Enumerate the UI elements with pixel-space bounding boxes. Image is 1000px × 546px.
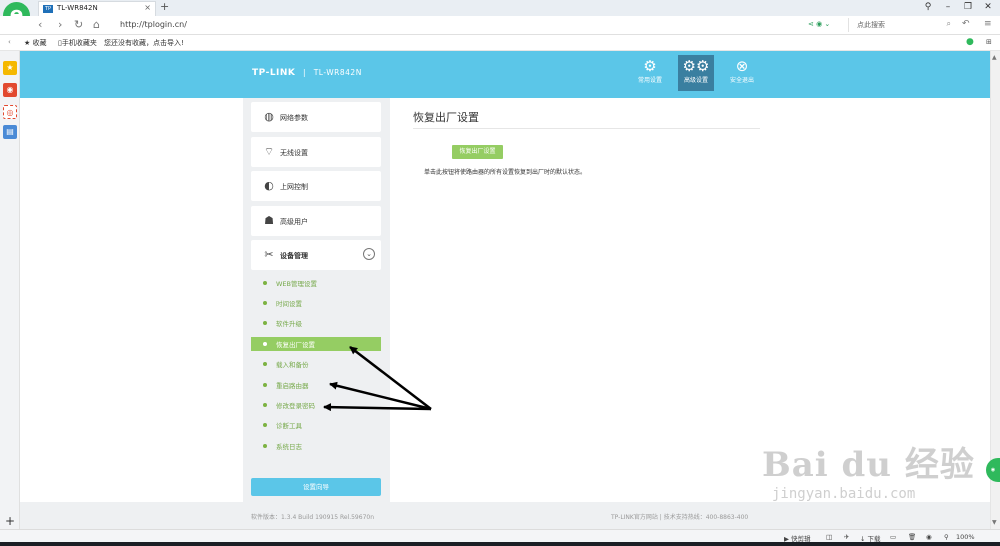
router-sidebar: ◍ 网络参数 ⌔ 无线设置 ◐ 上网控制 ☗ 高级用户 ✂ 设备管理 ⌄ WEB… (243, 98, 390, 502)
submenu-reboot[interactable]: 重启路由器 (251, 378, 381, 392)
brand-name: TP-LINK (252, 68, 296, 78)
delete-icon[interactable]: 🗑 (908, 533, 916, 541)
baidu-watermark: Bai du 经验 jingyan.baidu.com (762, 437, 975, 502)
weibo-icon[interactable]: ◉ (3, 83, 17, 97)
watermark-logo-text: Bai du 经验 (762, 445, 975, 485)
submenu-firmware-upgrade[interactable]: 软件升级 (251, 316, 381, 330)
wechat-icon[interactable]: ● (966, 37, 974, 47)
reset-description: 单击此按钮将使路由器的所有设置恢复到出厂时的默认状态。 (424, 169, 587, 176)
submenu-backup-restore[interactable]: 载入和备份 (251, 357, 381, 371)
router-header: TP-LINK | TL-WR842N ⚙ 常用设置 ⚙⚙ 高级设置 ⊗ 安全退… (20, 51, 990, 98)
submenu-diagnostics[interactable]: 诊断工具 (251, 418, 381, 432)
forward-icon[interactable]: › (58, 18, 62, 31)
router-footer: 软件版本：1.3.4 Build 190915 Rel.59670n TP-LI… (20, 502, 990, 529)
gears-icon: ⚙⚙ (682, 57, 710, 75)
browser-tab-bar: e TP TL-WR842N × + ⚲ – ❐ ✕ (0, 0, 1000, 29)
bookmarks-bar: ‹ ★ 收藏 ▯手机收藏夹 您还没有收藏，点击导入! ● ⊞ (0, 35, 1000, 51)
user-icon: ☗ (264, 214, 274, 227)
scroll-down-icon[interactable]: ▼ (992, 519, 997, 526)
clip-icon[interactable]: ◫ (826, 533, 832, 541)
new-tab-button[interactable]: + (160, 0, 169, 13)
watermark-url: jingyan.baidu.com (772, 486, 916, 502)
model-name: TL-WR842N (313, 68, 362, 77)
tab-title: TL-WR842N (57, 4, 98, 12)
tplink-favicon-icon: TP (43, 5, 53, 13)
official-site-link[interactable]: TP-LINK官方网站 (611, 514, 658, 521)
home-icon[interactable]: ⌂ (93, 18, 100, 31)
search-box[interactable]: 点此搜索 ⌕ (848, 18, 955, 32)
nav-common-settings[interactable]: ⚙ 常用设置 (632, 55, 668, 91)
address-bar: ‹ › ↻ ⌂ http://tplogin.cn/ ⋖ ◉ ⌄ 点此搜索 ⌕ … (0, 16, 1000, 35)
browser-side-panel: ★ ◉ ◎ ▤ + (0, 51, 20, 538)
chevron-down-icon[interactable]: ⌄ (363, 248, 375, 260)
support-hotline: 技术支持热线：400-8863-400 (663, 514, 749, 521)
menu-icon[interactable]: ≡ (984, 19, 992, 29)
scroll-up-icon[interactable]: ▲ (992, 54, 997, 61)
factory-reset-button[interactable]: 恢复出厂设置 (452, 145, 503, 159)
search-icon[interactable]: ⌕ (947, 19, 951, 29)
page-title: 恢复出厂设置 (413, 111, 479, 124)
bookmark-import-hint[interactable]: 您还没有收藏，点击导入! (104, 38, 184, 48)
wifi-icon: ⌔ (263, 145, 275, 158)
gear-icon: ⚙ (643, 57, 657, 75)
submenu-web-management[interactable]: WEB管理设置 (251, 276, 381, 290)
setup-wizard-button[interactable]: 设置向导 (251, 478, 381, 496)
bookmark-favorites[interactable]: ★ 收藏 (24, 38, 47, 48)
internet-icon: ◐ (264, 179, 274, 192)
screen-icon[interactable]: ▭ (890, 533, 896, 541)
restore-button[interactable]: ❐ (958, 0, 978, 14)
title-divider (413, 128, 760, 129)
os-taskbar-strip (0, 542, 1000, 546)
browser-tab[interactable]: TP TL-WR842N × (38, 1, 156, 16)
brand-logo: TP-LINK | TL-WR842N (252, 68, 362, 78)
menu-advanced-user[interactable]: ☗ 高级用户 (251, 206, 381, 236)
menu-internet-control[interactable]: ◐ 上网控制 (251, 171, 381, 201)
submenu-time-settings[interactable]: 时间设置 (251, 296, 381, 310)
menu-device-management[interactable]: ✂ 设备管理 ⌄ (251, 240, 381, 270)
share-icon[interactable]: ⋖ ◉ ⌄ (808, 20, 830, 28)
submenu-change-password[interactable]: 修改登录密码 (251, 398, 381, 412)
exit-icon: ⊗ (735, 57, 749, 75)
refresh-icon[interactable]: ↻ (74, 18, 83, 31)
zoom-level[interactable]: 100% (956, 533, 975, 541)
undo-icon[interactable]: ↶ (962, 19, 970, 29)
tab-close-icon[interactable]: × (144, 3, 151, 12)
url-input[interactable]: http://tplogin.cn/ (120, 20, 187, 29)
speaker-icon[interactable]: ◉ (926, 533, 932, 541)
add-panel-button[interactable]: + (5, 514, 15, 528)
back-icon[interactable]: ‹ (38, 18, 42, 31)
screenshot-icon[interactable]: ◎ (3, 105, 17, 119)
menu-wireless[interactable]: ⌔ 无线设置 (251, 137, 381, 167)
nav-logout[interactable]: ⊗ 安全退出 (724, 55, 760, 91)
submenu-system-log[interactable]: 系统日志 (251, 439, 381, 453)
favorites-star-icon[interactable]: ★ (3, 61, 17, 75)
pin-status-icon[interactable]: ✈ (844, 533, 849, 541)
bookmark-mobile[interactable]: ▯手机收藏夹 (58, 38, 97, 48)
submenu-factory-reset[interactable]: 恢复出厂设置 (251, 337, 381, 351)
bookmark-label: 手机收藏夹 (61, 39, 97, 47)
apps-grid-icon[interactable]: ⊞ (986, 38, 992, 46)
bookmark-label: 收藏 (32, 39, 47, 47)
firmware-version: 软件版本：1.3.4 Build 190915 Rel.59670n (251, 514, 375, 521)
minimize-button[interactable]: – (938, 0, 958, 14)
nav-advanced-settings[interactable]: ⚙⚙ 高级设置 (678, 55, 714, 91)
menu-network[interactable]: ◍ 网络参数 (251, 102, 381, 132)
tools-icon: ✂ (264, 248, 274, 261)
globe-icon: ◍ (264, 110, 274, 123)
zoom-icon[interactable]: ⚲ (944, 533, 949, 541)
footer-links: TP-LINK官方网站 | 技术支持热线：400-8863-400 (611, 514, 749, 521)
collapse-icon[interactable]: ‹ (8, 38, 11, 46)
search-input[interactable]: 点此搜索 (857, 20, 885, 30)
document-icon[interactable]: ▤ (3, 125, 17, 139)
close-window-button[interactable]: ✕ (978, 0, 998, 14)
pin-icon[interactable]: ⚲ (918, 0, 938, 14)
